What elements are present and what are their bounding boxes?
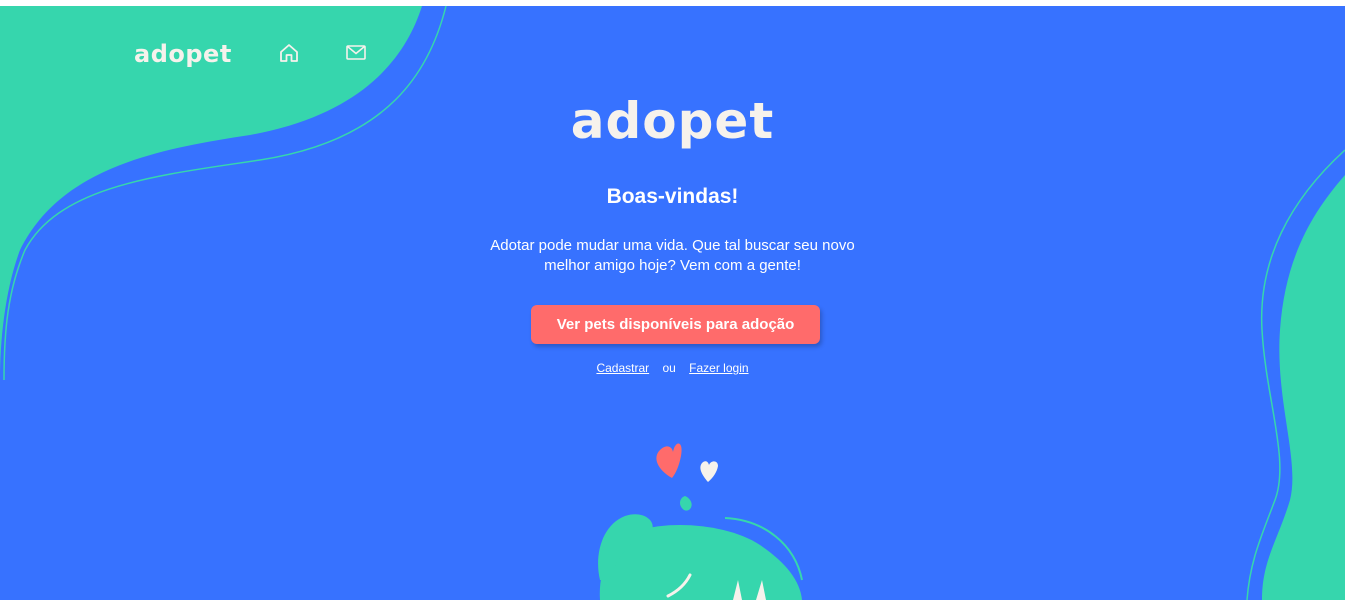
register-link[interactable]: Cadastrar xyxy=(596,361,649,375)
hero-logo: adopet xyxy=(570,92,775,150)
page-subtitle: Adotar pode mudar uma vida. Que tal busc… xyxy=(490,237,855,274)
page-title: Boas-vindas! xyxy=(606,185,739,208)
green-drop-icon xyxy=(679,496,692,511)
mail-icon[interactable] xyxy=(345,42,367,64)
red-heart-icon xyxy=(656,443,682,478)
pet-illustration xyxy=(598,443,803,600)
view-pets-button[interactable]: Ver pets disponíveis para adoção xyxy=(531,305,820,344)
header-logo[interactable]: adopet xyxy=(134,40,232,68)
login-link[interactable]: Fazer login xyxy=(689,361,748,375)
home-icon[interactable] xyxy=(278,42,300,64)
white-heart-icon xyxy=(700,461,718,482)
separator-text: ou xyxy=(662,361,676,375)
auth-links: Cadastrar ou Fazer login xyxy=(0,361,1345,375)
right-blob xyxy=(1262,175,1345,600)
